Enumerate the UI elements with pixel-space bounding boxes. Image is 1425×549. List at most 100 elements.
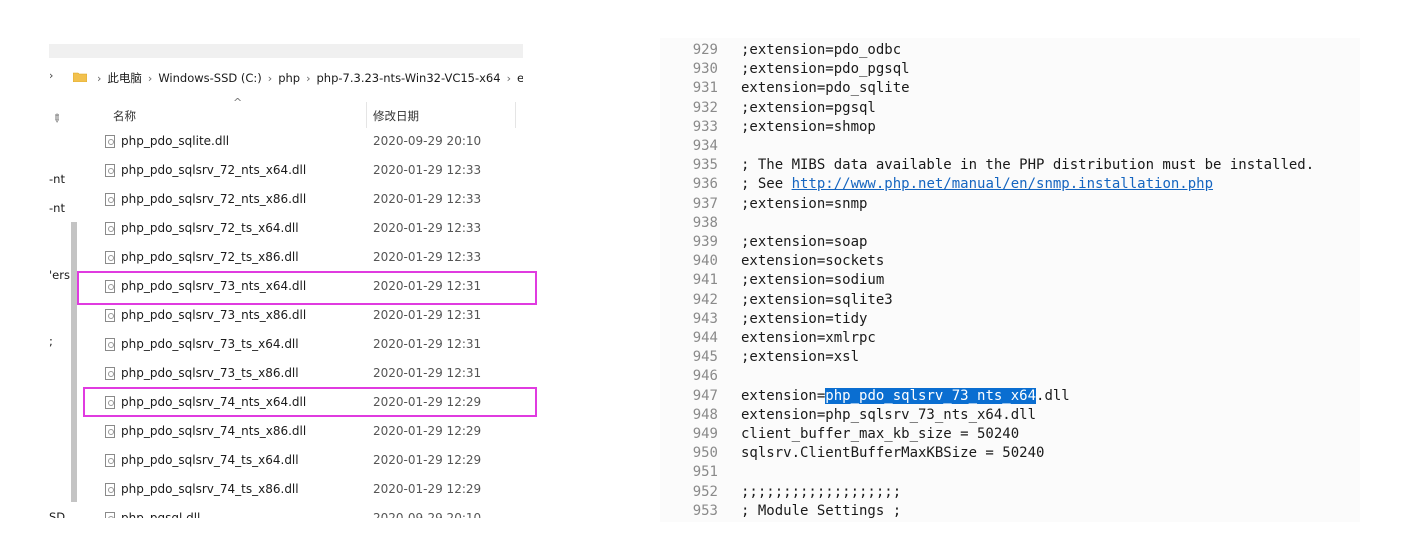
line-text: ;extension=pdo_odbc — [741, 41, 901, 60]
line-number: 933 — [692, 118, 718, 135]
dll-file-icon — [105, 338, 115, 351]
line-code: ;extension=shmop — [741, 118, 876, 135]
file-list-header: ^ 名称 修改日期 — [81, 96, 523, 128]
file-row[interactable]: php_pdo_sqlsrv_72_nts_x64.dll 2020-01-29 … — [75, 156, 523, 185]
sort-ascending-icon: ^ — [233, 96, 243, 109]
column-header-name[interactable]: 名称 — [113, 108, 136, 124]
file-row[interactable]: php_pdo_sqlsrv_73_ts_x64.dll 2020-01-29 1… — [75, 330, 523, 359]
dll-file-icon — [105, 396, 115, 409]
line-code: extension=sockets — [741, 253, 885, 270]
dll-file-icon — [105, 367, 115, 380]
file-row[interactable]: php_pdo_sqlsrv_73_nts_x86.dll 2020-01-29 … — [75, 301, 523, 330]
dll-file-icon — [105, 164, 115, 177]
file-date: 2020-01-29 12:31 — [373, 279, 482, 293]
file-row[interactable]: php_pdo_sqlsrv_74_nts_x86.dll 2020-01-29 … — [75, 417, 523, 446]
chevron-left-icon[interactable]: › — [49, 69, 53, 82]
line-code: ;extension=sqlite3 — [741, 291, 893, 308]
file-row[interactable]: php_pdo_sqlsrv_72_ts_x64.dll 2020-01-29 1… — [75, 214, 523, 243]
file-date: 2020-01-29 12:29 — [373, 453, 482, 467]
line-text: ;extension=sodium — [741, 271, 884, 290]
line-number: 953 — [692, 502, 718, 519]
line-text: ;extension=tidy — [741, 310, 867, 329]
chevron-right-icon: › — [306, 72, 311, 85]
line-text: ;;;;;;;;;;;;;;;;;;; — [741, 483, 901, 502]
dll-file-icon — [105, 483, 115, 496]
line-code: ;extension=soap — [741, 234, 868, 250]
file-date: 2020-01-29 12:31 — [373, 308, 482, 322]
nav-item-fragment[interactable]: 'ers — [49, 268, 70, 282]
file-row[interactable]: php_pdo_sqlsrv_73_nts_x64.dll 2020-01-29 … — [75, 272, 523, 301]
file-name: php_pdo_sqlite.dll — [121, 134, 230, 148]
column-header-date[interactable]: 修改日期 — [373, 108, 419, 124]
line-code: extension=php_sqlsrv_73_nts_x64.dll — [741, 406, 1037, 423]
file-name: php_pgsql.dll — [121, 511, 201, 518]
nav-item-fragment[interactable]: SD — [49, 510, 65, 518]
file-row[interactable]: php_pdo_sqlsrv_74_nts_x64.dll 2020-01-29 … — [75, 388, 523, 417]
dll-file-icon — [105, 280, 115, 293]
dll-file-icon — [105, 193, 115, 206]
pin-icon[interactable]: ✎ — [49, 111, 64, 127]
file-row[interactable]: php_pdo_sqlsrv_72_nts_x86.dll 2020-01-29 … — [75, 185, 523, 214]
file-name: php_pdo_sqlsrv_72_ts_x64.dll — [121, 221, 299, 235]
file-name: php_pdo_sqlsrv_73_ts_x86.dll — [121, 366, 299, 380]
file-name: php_pdo_sqlsrv_74_nts_x64.dll — [121, 395, 307, 409]
file-date: 2020-09-29 20:10 — [373, 134, 482, 148]
column-divider[interactable] — [515, 102, 516, 128]
file-name: php_pdo_sqlsrv_73_ts_x64.dll — [121, 337, 299, 351]
dll-file-icon — [105, 251, 115, 264]
line-text: ; See http://www.php.net/manual/en/snmp.… — [741, 175, 1213, 194]
file-row[interactable]: php_pdo_sqlsrv_74_ts_x86.dll 2020-01-29 1… — [75, 475, 523, 504]
line-number: 935 — [692, 157, 718, 174]
line-code: extension=xmlrpc — [741, 330, 876, 346]
chevron-right-icon: › — [97, 72, 102, 85]
line-number: 932 — [692, 99, 718, 116]
file-name: php_pdo_sqlsrv_74_ts_x64.dll — [121, 453, 299, 467]
file-date: 2020-01-29 12:33 — [373, 250, 482, 264]
address-bar[interactable]: › › 此电脑 › Windows-SSD (C:) › php › php-7.3.23-n… — [49, 66, 523, 90]
line-number: 948 — [692, 406, 718, 423]
line-number: 947 — [692, 387, 718, 404]
file-row[interactable]: php_pdo_sqlite.dll 2020-09-29 20:10 — [75, 127, 523, 156]
chevron-right-icon: › — [147, 72, 153, 85]
file-date: 2020-09-29 20:10 — [373, 511, 482, 518]
line-code: ;extension=snmp — [741, 195, 868, 212]
line-number: 950 — [692, 445, 718, 462]
line-code: ; See — [741, 176, 792, 193]
file-row[interactable]: php_pdo_sqlsrv_72_ts_x86.dll 2020-01-29 1… — [75, 243, 523, 272]
breadcrumb-ext[interactable]: ext — [517, 71, 523, 85]
file-row[interactable]: php_pdo_sqlsrv_73_ts_x86.dll 2020-01-29 1… — [75, 359, 523, 388]
selected-text[interactable]: php_pdo_sqlsrv_73_nts_x64 — [825, 387, 1037, 404]
line-text: extension=php_pdo_sqlsrv_73_nts_x64.dll — [741, 387, 1070, 406]
line-code: extension=pdo_sqlite — [741, 80, 910, 97]
nav-item-fragment[interactable]: -nt — [49, 172, 65, 186]
line-text: sqlsrv.ClientBufferMaxKBSize = 50240 — [741, 444, 1044, 463]
line-code: sqlsrv.ClientBufferMaxKBSize = 50240 — [741, 445, 1045, 462]
column-divider[interactable] — [366, 102, 367, 128]
file-explorer-window: › › 此电脑 › Windows-SSD (C:) › php › php-7.3.23-n… — [49, 44, 523, 518]
file-row[interactable]: php_pgsql.dll 2020-09-29 20:10 — [75, 504, 523, 518]
line-text: ; Module Settings ; — [741, 502, 901, 521]
nav-item-fragment[interactable]: ; — [49, 334, 53, 348]
file-name: php_pdo_sqlsrv_72_ts_x86.dll — [121, 250, 299, 264]
file-name: php_pdo_sqlsrv_74_ts_x86.dll — [121, 482, 299, 496]
line-text: ;extension=shmop — [741, 118, 876, 137]
doc-link[interactable]: http://www.php.net/manual/en/snmp.instal… — [792, 176, 1213, 192]
line-text: extension=php_sqlsrv_73_nts_x64.dll — [741, 406, 1036, 425]
line-code: ;extension=sodium — [741, 272, 885, 289]
line-number: 949 — [692, 426, 718, 442]
dll-file-icon — [105, 309, 115, 322]
code-editor[interactable]: 929 ;extension=pdo_odbc 930 ;extension=pdo_… — [660, 38, 1360, 522]
line-number: 930 — [692, 61, 718, 78]
breadcrumb-this-pc[interactable]: 此电脑 — [107, 71, 142, 85]
breadcrumb-php[interactable]: php — [278, 71, 300, 85]
line-text: ;extension=xsl — [741, 348, 859, 367]
dll-file-icon — [105, 135, 115, 148]
nav-item-fragment[interactable]: -nt — [49, 201, 65, 215]
line-code: ;extension=xsl — [741, 349, 860, 366]
line-number: 934 — [692, 138, 718, 154]
breadcrumb-drive-c[interactable]: Windows-SSD (C:) — [158, 71, 261, 85]
line-code: ; The MIBS data available in the PHP dis… — [741, 157, 1315, 174]
dll-file-icon — [105, 454, 115, 467]
file-row[interactable]: php_pdo_sqlsrv_74_ts_x64.dll 2020-01-29 1… — [75, 446, 523, 475]
breadcrumb-php-version[interactable]: php-7.3.23-nts-Win32-VC15-x64 — [317, 71, 501, 85]
